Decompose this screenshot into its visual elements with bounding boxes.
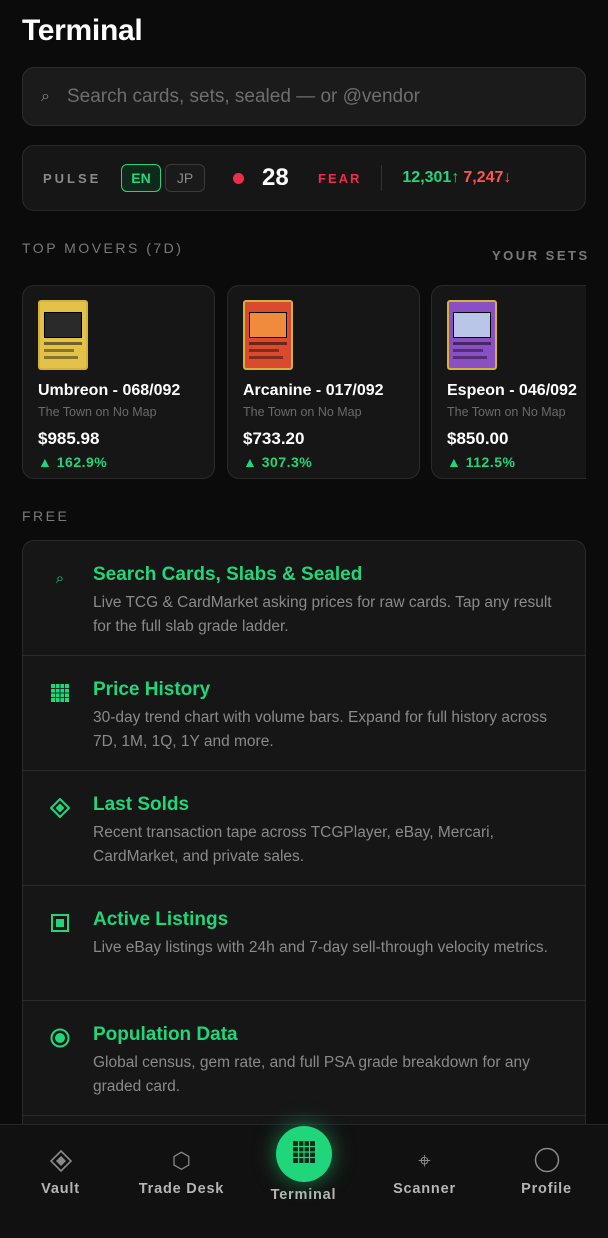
mover-change: ▲ 307.3% — [243, 454, 313, 470]
mover-price: $985.98 — [38, 429, 100, 448]
tab-label: Trade Desk — [138, 1181, 225, 1197]
target-circle-icon — [49, 1027, 71, 1049]
search-icon: ⌕ — [41, 87, 50, 105]
circle-icon — [486, 1147, 607, 1175]
feature-title: Population Data — [93, 1024, 238, 1045]
fear-greed-label: FEAR — [318, 170, 362, 186]
feature-description: Global census, gem rate, and full PSA gr… — [93, 1054, 530, 1095]
advancers-count: 12,301↑ — [402, 169, 460, 186]
mover-price: $733.20 — [243, 429, 305, 448]
feature-population-data[interactable]: Population Data Global census, gem rate,… — [23, 1001, 585, 1116]
top-movers-heading: TOP MOVERS (7D) — [22, 240, 184, 256]
mover-card-espeon[interactable]: Espeon - 046/092 The Town on No Map $850… — [431, 285, 586, 479]
feature-title: Active Listings — [93, 909, 229, 930]
feature-search[interactable]: ⌕ Search Cards, Slabs & Sealed Live TCG … — [23, 541, 585, 656]
feature-title: Last Solds — [93, 794, 190, 815]
tab-vault[interactable]: Vault — [0, 1125, 121, 1238]
feature-description: Live eBay listings with 24h and 7-day se… — [93, 939, 548, 956]
terminal-screen: Terminal ⌕ PULSE EN JP 28 FEAR 12,301↑ 7… — [0, 0, 608, 1238]
mover-set: The Town on No Map — [38, 405, 157, 419]
card-thumbnail — [38, 300, 88, 370]
search-bar[interactable]: ⌕ — [22, 67, 586, 126]
tab-label: Vault — [41, 1181, 80, 1197]
language-toggle-en[interactable]: EN — [121, 164, 161, 192]
card-thumbnail — [243, 300, 293, 370]
tab-label: Scanner — [393, 1181, 456, 1197]
tab-profile[interactable]: Profile — [486, 1125, 607, 1238]
mover-set: The Town on No Map — [243, 405, 362, 419]
grid-icon — [293, 1140, 315, 1168]
top-movers-carousel[interactable]: Umbreon - 068/092 The Town on No Map $98… — [22, 285, 586, 481]
feature-price-history[interactable]: Price History 30-day trend chart with vo… — [23, 656, 585, 771]
page-title: Terminal — [22, 14, 143, 47]
diamond-icon — [49, 797, 71, 819]
mover-name: Arcanine - 017/092 — [243, 382, 384, 399]
terminal-tab-button[interactable] — [276, 1126, 332, 1182]
search-icon: ⌕ — [55, 569, 65, 587]
language-toggle-jp[interactable]: JP — [165, 164, 205, 192]
tab-scanner[interactable]: ⌖ Scanner — [364, 1125, 485, 1238]
search-input[interactable] — [67, 85, 585, 108]
crosshair-icon: ⌖ — [418, 1148, 431, 1173]
feature-active-listings[interactable]: Active Listings Live eBay listings with … — [23, 886, 585, 1001]
free-heading: FREE — [22, 508, 70, 524]
mover-change: ▲ 112.5% — [447, 454, 516, 470]
diamond-icon — [0, 1147, 121, 1175]
feature-title: Price History — [93, 679, 211, 700]
feature-title: Search Cards, Slabs & Sealed — [93, 564, 363, 585]
chart-grid-icon — [49, 682, 71, 704]
mover-card-umbreon[interactable]: Umbreon - 068/092 The Town on No Map $98… — [22, 285, 215, 479]
mover-card-arcanine[interactable]: Arcanine - 017/092 The Town on No Map $7… — [227, 285, 420, 479]
tab-trade-desk[interactable]: ⬡ Trade Desk — [121, 1125, 242, 1238]
divider — [381, 165, 383, 191]
tab-label: Terminal — [270, 1187, 337, 1203]
feature-description: Live TCG & CardMarket asking prices for … — [93, 594, 552, 635]
mover-name: Espeon - 046/092 — [447, 382, 577, 399]
decliners-count: 7,247↓ — [463, 169, 512, 186]
mover-set: The Town on No Map — [447, 405, 566, 419]
mover-change: ▲ 162.9% — [38, 454, 108, 470]
your-sets-link[interactable]: YOUR SETS — [492, 248, 590, 263]
square-icon — [49, 912, 71, 934]
tab-label: Profile — [521, 1181, 572, 1197]
feature-last-solds[interactable]: Last Solds Recent transaction tape acros… — [23, 771, 585, 886]
card-thumbnail — [447, 300, 497, 370]
feature-list: ⌕ Search Cards, Slabs & Sealed Live TCG … — [22, 540, 586, 1140]
feature-description: Recent transaction tape across TCGPlayer… — [93, 824, 494, 865]
hexagon-icon: ⬡ — [171, 1148, 192, 1173]
pulse-bar: PULSE EN JP 28 FEAR 12,301↑ 7,247↓ — [22, 145, 586, 211]
mover-price: $850.00 — [447, 429, 509, 448]
fear-indicator-dot — [233, 172, 244, 184]
fear-greed-value: 28 — [262, 164, 289, 191]
mover-name: Umbreon - 068/092 — [38, 382, 181, 399]
feature-description: 30-day trend chart with volume bars. Exp… — [93, 709, 548, 750]
pulse-label: PULSE — [43, 170, 102, 186]
